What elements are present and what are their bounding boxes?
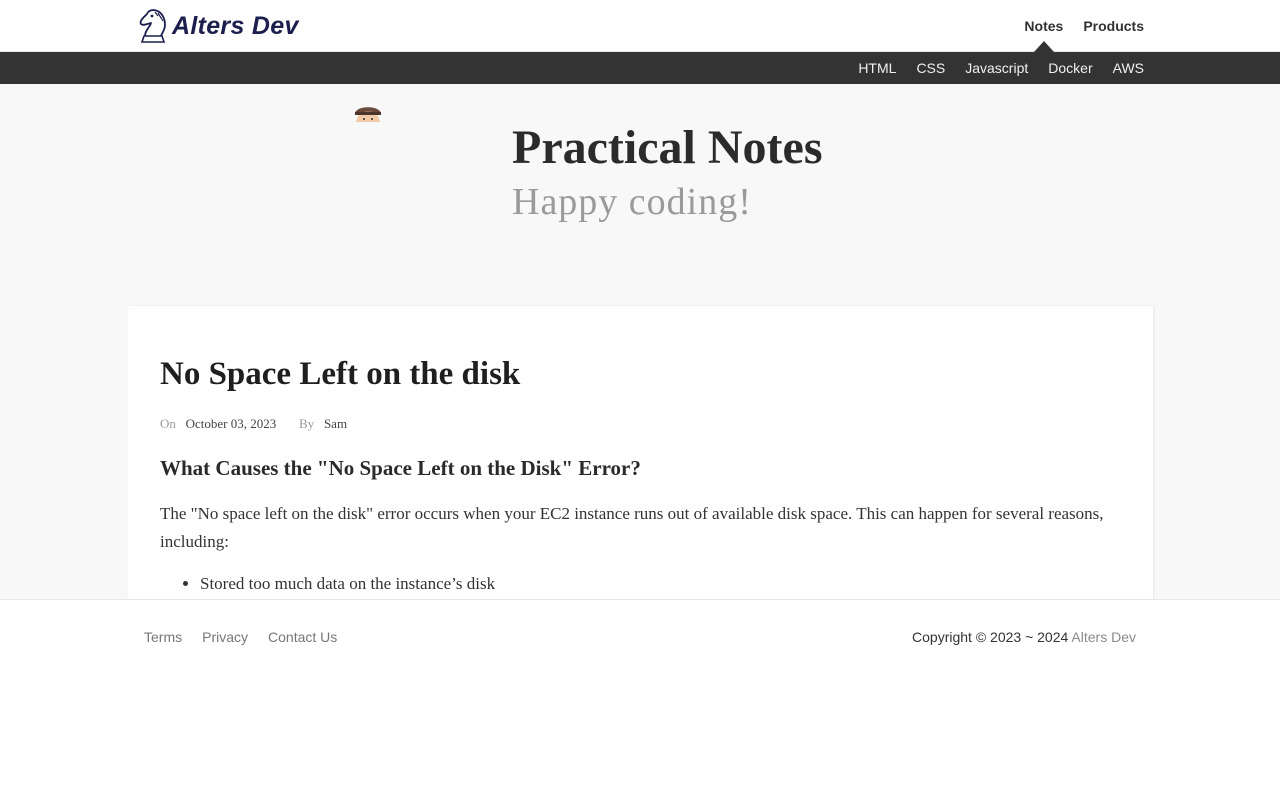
copyright-text: Copyright © 2023 ~ 2024 — [912, 629, 1069, 645]
by-label: By — [299, 416, 315, 431]
category-javascript[interactable]: Javascript — [965, 60, 1028, 76]
category-aws[interactable]: AWS — [1113, 60, 1144, 76]
category-nav: HTML CSS Javascript Docker AWS — [0, 52, 1280, 84]
hero-title: Practical Notes — [512, 121, 823, 174]
reason-list: Stored too much data on the instance’s d… — [200, 574, 495, 594]
category-html[interactable]: HTML — [858, 60, 896, 76]
list-item: Stored too much data on the instance’s d… — [200, 574, 495, 594]
top-header: Alters Dev Notes Products — [0, 0, 1280, 52]
article-author[interactable]: Sam — [324, 416, 347, 431]
logo-link[interactable]: Alters Dev — [136, 8, 299, 44]
logo-text: Alters Dev — [172, 11, 299, 40]
main-nav: Notes Products — [1024, 0, 1144, 52]
footer: Terms Privacy Contact Us Copyright © 202… — [0, 599, 1280, 800]
copyright-brand-link[interactable]: Alters Dev — [1071, 629, 1136, 645]
category-docker[interactable]: Docker — [1048, 60, 1092, 76]
article-paragraph: The "No space left on the disk" error oc… — [160, 504, 1104, 551]
knight-chess-icon — [136, 8, 170, 44]
article-card: No Space Left on the disk On October 03,… — [128, 306, 1153, 600]
section-heading: What Causes the "No Space Left on the Di… — [160, 456, 641, 480]
hero-section: Practical Notes Happy coding! No Space L… — [0, 84, 1280, 600]
copyright: Copyright © 2023 ~ 2024 Alters Dev — [912, 629, 1136, 645]
avatar-icon — [352, 102, 384, 122]
footer-links: Terms Privacy Contact Us — [144, 629, 337, 645]
article-title[interactable]: No Space Left on the disk — [160, 356, 520, 393]
category-css[interactable]: CSS — [916, 60, 945, 76]
article-date: October 03, 2023 — [185, 416, 277, 431]
nav-notes[interactable]: Notes — [1024, 0, 1063, 52]
hero-subtitle: Happy coding! — [512, 181, 752, 223]
article-meta: On October 03, 2023 By Sam — [160, 416, 347, 432]
footer-link-terms[interactable]: Terms — [144, 629, 182, 645]
on-label: On — [160, 416, 176, 431]
nav-products[interactable]: Products — [1083, 0, 1144, 52]
footer-link-privacy[interactable]: Privacy — [202, 629, 248, 645]
footer-link-contact[interactable]: Contact Us — [268, 629, 337, 645]
